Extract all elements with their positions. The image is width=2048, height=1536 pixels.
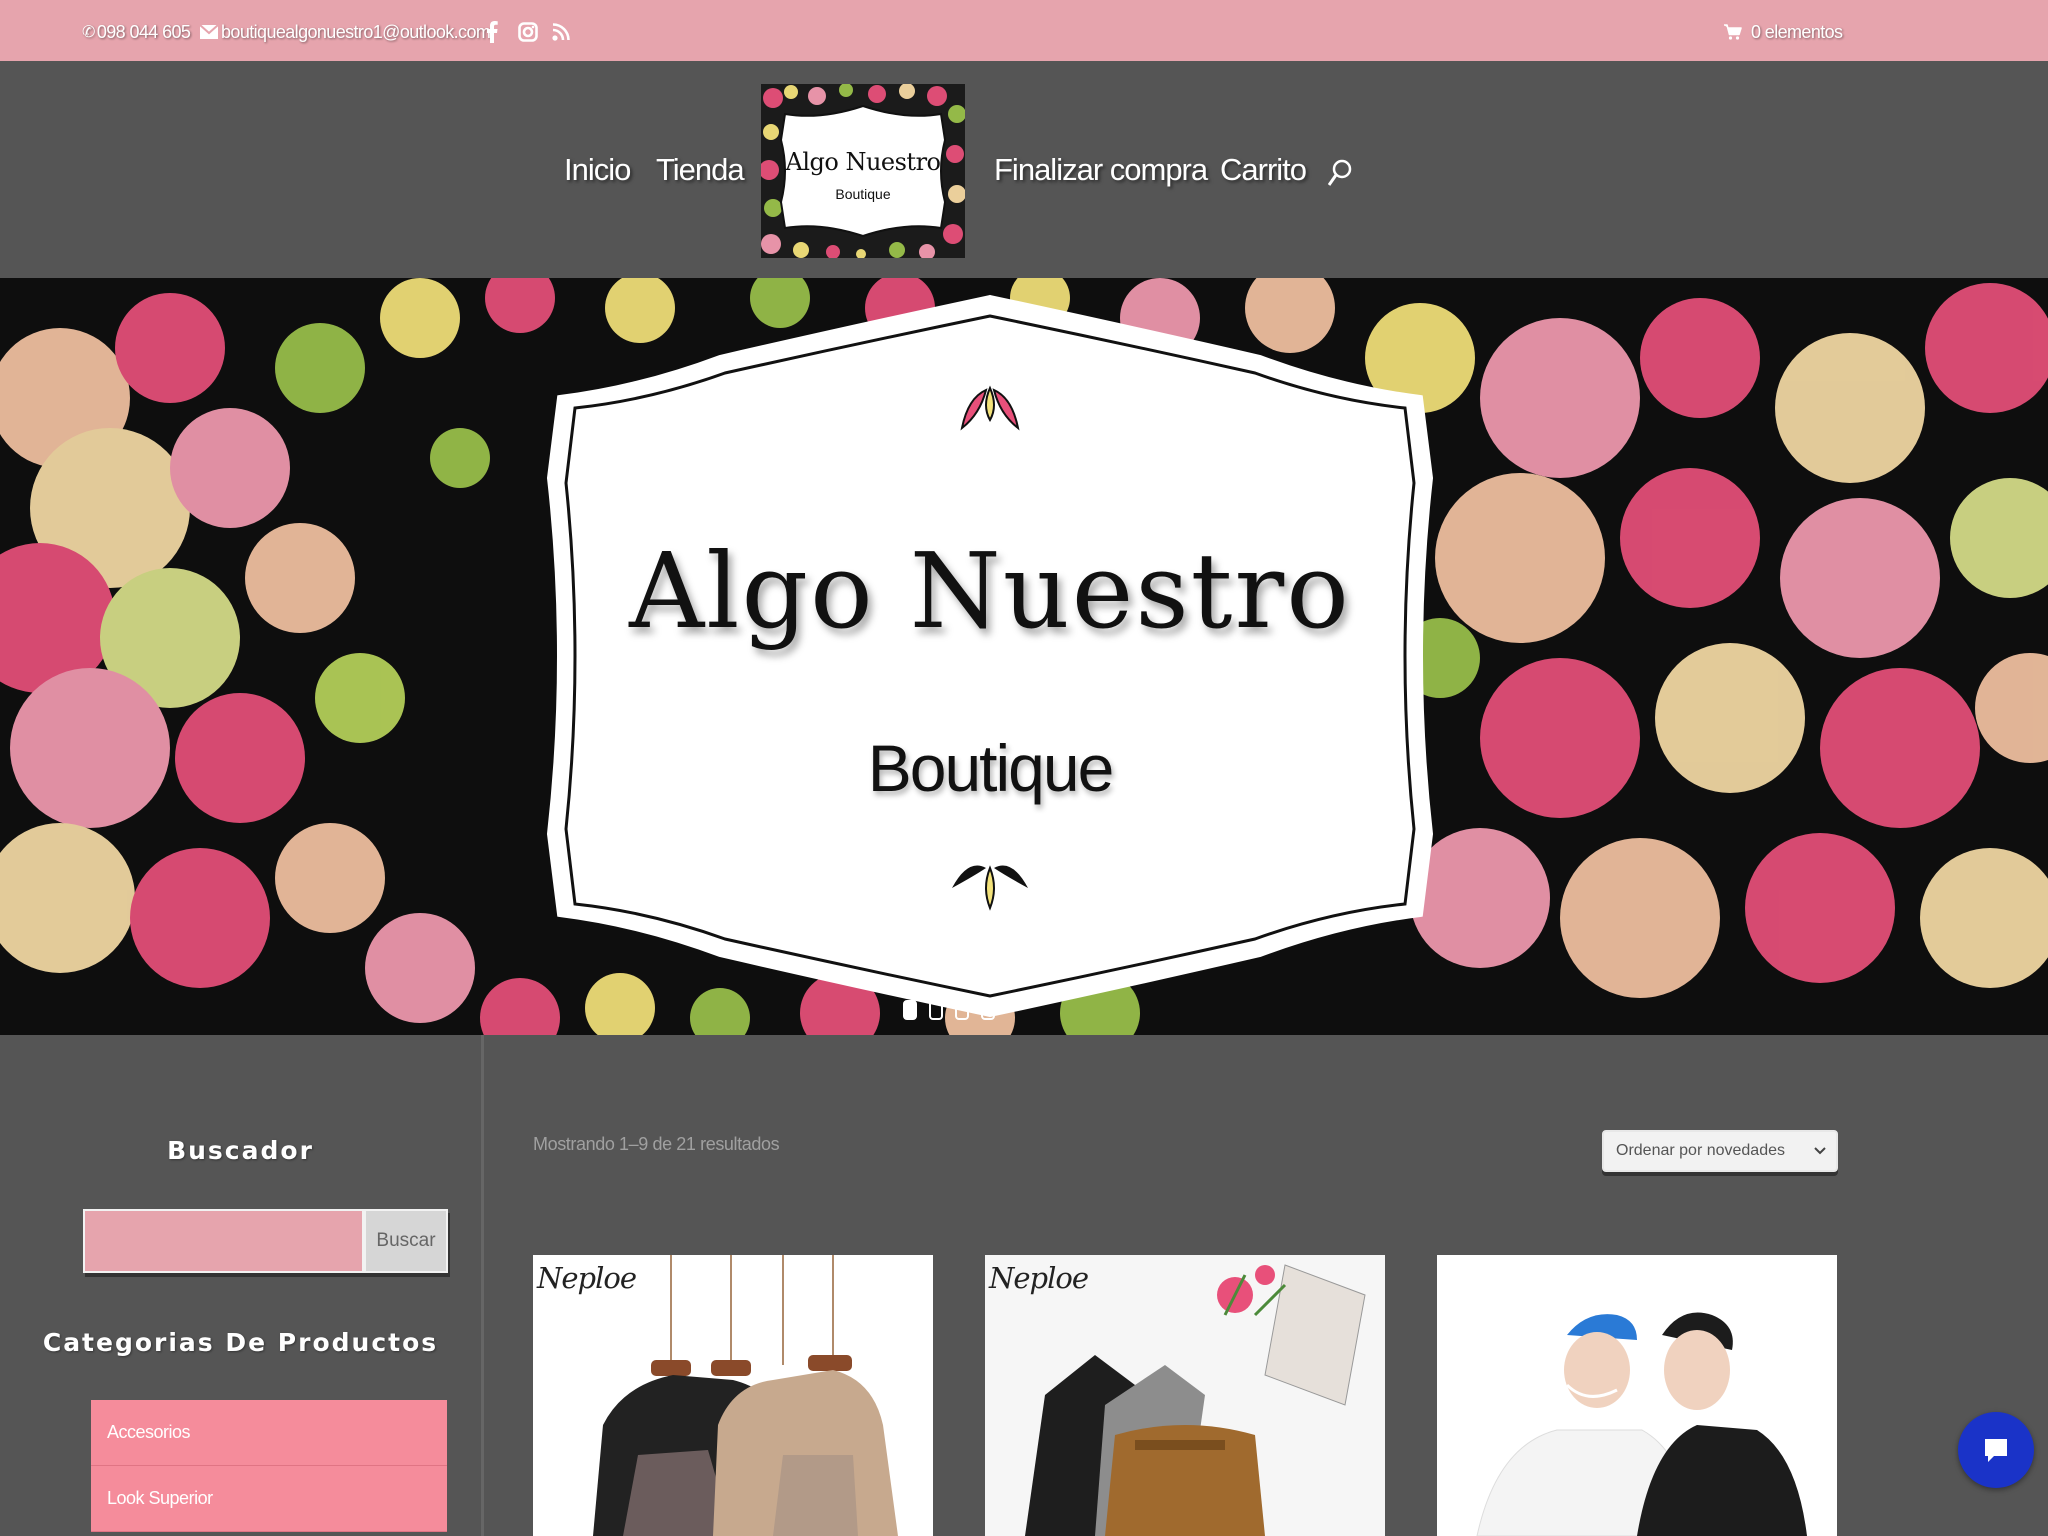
order-selected-value: Ordenar por novedades <box>1616 1142 1785 1159</box>
hero-floral-background <box>0 278 2048 1035</box>
slider-dots <box>903 1000 995 1020</box>
nav-finalizar-compra[interactable]: Finalizar compra <box>994 148 1208 192</box>
slider-dot-2[interactable] <box>929 1000 943 1020</box>
top-bar: ✆ 098 044 605 boutiquealgonuestro1@outlo… <box>0 0 2048 61</box>
product-image-hoodies <box>1437 1255 1837 1536</box>
nav-carrito[interactable]: Carrito <box>1220 148 1307 192</box>
instagram-icon <box>518 22 538 42</box>
mail-icon <box>200 25 218 39</box>
chat-icon <box>1985 1439 2007 1462</box>
results-count: Mostrando 1–9 de 21 resultados <box>533 1134 780 1154</box>
email-address: boutiquealgonuestro1@outlook.com <box>221 21 491 42</box>
search-input[interactable] <box>83 1209 364 1273</box>
hero-subtitle: Boutique <box>867 731 1115 805</box>
cart-summary[interactable]: 0 elementos <box>1724 19 1843 45</box>
search-icon[interactable] <box>1328 158 1354 188</box>
product-brand: Neploe <box>989 1261 1089 1295</box>
search-widget-title: Buscador <box>167 1136 314 1165</box>
sidebar-divider <box>481 1035 484 1536</box>
product-card[interactable]: Neploe <box>533 1255 933 1536</box>
slider-dot-4[interactable] <box>981 1000 995 1020</box>
hero-title: Algo Nuestro <box>629 530 1351 652</box>
cart-count: 0 elementos <box>1751 21 1843 42</box>
category-list: Accesorios Look Superior <box>91 1400 447 1532</box>
chat-button[interactable] <box>1958 1412 2034 1488</box>
product-card[interactable] <box>1437 1255 1837 1536</box>
chevron-down-icon <box>1814 1147 1826 1155</box>
product-card[interactable]: Neploe <box>985 1255 1385 1536</box>
nav-inicio[interactable]: Inicio <box>564 148 631 192</box>
rss-link[interactable] <box>552 19 570 45</box>
order-select[interactable]: Ordenar por novedades <box>1602 1130 1838 1172</box>
rss-icon <box>552 23 570 41</box>
logo-subtitle: Boutique <box>835 186 891 202</box>
categories-widget-title: Categorias De Productos <box>42 1328 439 1357</box>
product-image-sweaters <box>533 1255 933 1536</box>
phone-number: 098 044 605 <box>96 21 191 42</box>
facebook-icon <box>487 21 498 43</box>
search-button[interactable]: Buscar <box>364 1209 448 1273</box>
phone-icon: ✆ <box>82 24 95 41</box>
instagram-link[interactable] <box>518 19 538 45</box>
phone-contact[interactable]: ✆ 098 044 605 <box>82 19 191 45</box>
cart-icon <box>1724 24 1742 40</box>
product-image-pants <box>985 1255 1385 1536</box>
logo-title: Algo Nuestro <box>785 148 942 176</box>
site-logo[interactable]: Algo Nuestro Boutique <box>761 84 965 258</box>
nav-tienda[interactable]: Tienda <box>656 148 745 192</box>
product-brand: Neploe <box>537 1261 637 1295</box>
hero-slider[interactable]: Algo Nuestro Boutique <box>0 278 2048 1035</box>
slider-dot-3[interactable] <box>955 1000 969 1020</box>
email-contact[interactable]: boutiquealgonuestro1@outlook.com <box>200 19 491 45</box>
slider-dot-1[interactable] <box>903 1000 917 1020</box>
category-item-look-superior[interactable]: Look Superior <box>91 1466 447 1532</box>
category-item-accesorios[interactable]: Accesorios <box>91 1400 447 1466</box>
facebook-link[interactable] <box>486 19 498 45</box>
